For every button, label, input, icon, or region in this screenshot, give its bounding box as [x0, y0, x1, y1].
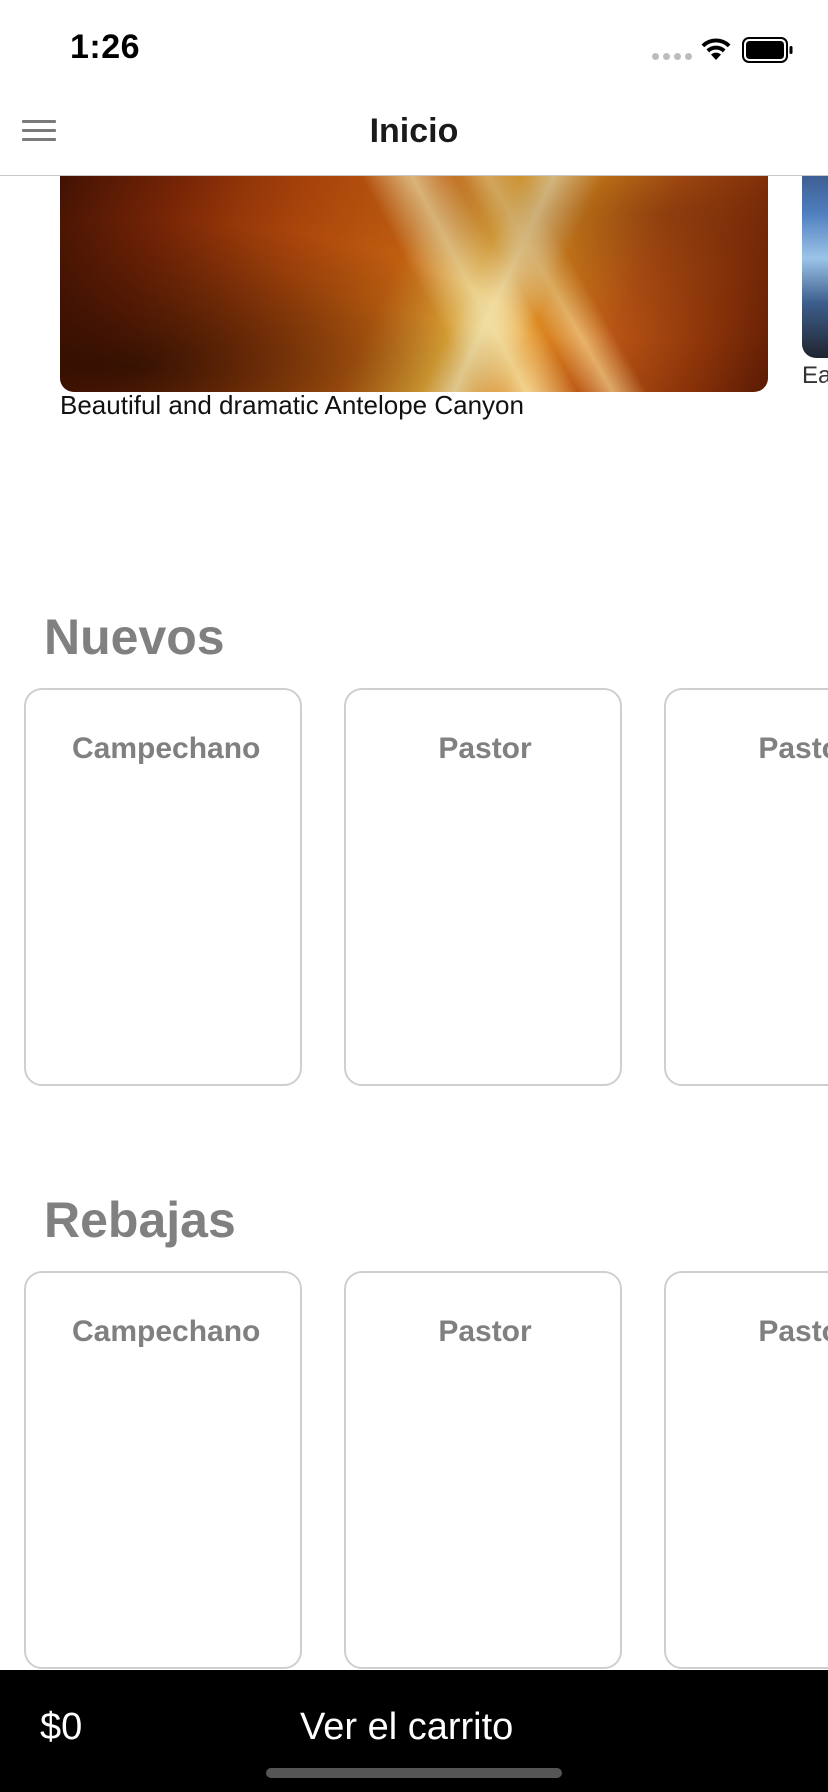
- product-card[interactable]: Pastor: [664, 688, 828, 1086]
- product-row-nuevos[interactable]: Campechano Pastor Pastor: [24, 688, 828, 1088]
- product-card[interactable]: Pastor: [344, 1271, 622, 1669]
- product-name: Pastor: [758, 732, 828, 765]
- section-title-nuevos: Nuevos: [44, 609, 225, 665]
- carousel-caption: Beautiful and dramatic Antelope Canyon: [60, 390, 524, 420]
- page-title: Inicio: [369, 112, 459, 150]
- status-bar: 1:26: [0, 0, 828, 100]
- status-time: 1:26: [70, 28, 141, 66]
- product-card[interactable]: Campechano: [24, 688, 302, 1086]
- product-name: Campechano: [72, 732, 261, 765]
- product-row-rebajas[interactable]: Campechano Pastor Pastor: [24, 1271, 828, 1670]
- product-name: Pastor: [438, 732, 532, 765]
- cart-total: $0: [40, 1706, 83, 1748]
- product-name: Pastor: [758, 1315, 828, 1348]
- battery-icon: [742, 37, 793, 63]
- product-card[interactable]: Pastor: [344, 688, 622, 1086]
- navigation-bar: Inicio: [0, 100, 828, 176]
- view-cart-button[interactable]: Ver el carrito: [300, 1706, 513, 1749]
- product-card[interactable]: Campechano: [24, 1271, 302, 1669]
- home-content[interactable]: Beautiful and dramatic Antelope Canyon E…: [0, 176, 828, 1670]
- cellular-signal-icon: [652, 53, 692, 60]
- carousel-image-antelope-canyon[interactable]: [60, 176, 768, 392]
- product-card[interactable]: Pastor: [664, 1271, 828, 1669]
- carousel-caption-next: Ea: [802, 362, 828, 389]
- home-indicator[interactable]: [266, 1768, 562, 1778]
- cart-bar: $0 Ver el carrito: [0, 1670, 828, 1792]
- wifi-icon: [701, 38, 731, 60]
- product-name: Campechano: [72, 1315, 261, 1348]
- section-title-rebajas: Rebajas: [44, 1192, 236, 1248]
- carousel-image-next[interactable]: [802, 176, 828, 358]
- product-name: Pastor: [438, 1315, 532, 1348]
